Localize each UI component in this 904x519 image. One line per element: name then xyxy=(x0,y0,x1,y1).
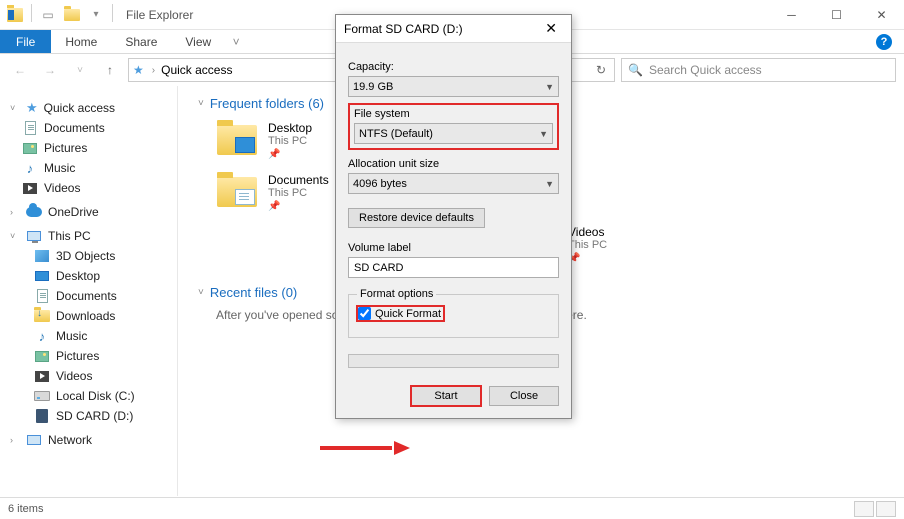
quick-format-row[interactable]: Quick Format xyxy=(357,306,444,321)
format-options-legend: Format options xyxy=(357,288,436,300)
allocation-label: Allocation unit size xyxy=(348,158,559,170)
allocation-select[interactable]: 4096 bytes▼ xyxy=(348,173,559,194)
window-title: File Explorer xyxy=(120,8,193,22)
ribbon-expand-icon[interactable]: ˅ xyxy=(225,30,247,53)
volume-label-input[interactable] xyxy=(348,257,559,278)
refresh-button[interactable]: ↻ xyxy=(592,63,610,77)
maximize-button[interactable]: ☐ xyxy=(814,0,859,30)
nav-downloads[interactable]: Downloads xyxy=(0,306,177,326)
nav-onedrive[interactable]: ›OneDrive xyxy=(0,202,177,222)
ribbon-tab-share[interactable]: Share xyxy=(111,30,171,53)
nav-quick-videos[interactable]: Videos xyxy=(0,178,177,198)
capacity-select[interactable]: 19.9 GB▼ xyxy=(348,76,559,97)
quick-format-label: Quick Format xyxy=(375,308,441,320)
nav-up-button[interactable]: ↑ xyxy=(98,58,122,82)
format-options-group: Format options Quick Format xyxy=(348,288,559,338)
nav-network[interactable]: ›Network xyxy=(0,430,177,450)
help-button[interactable]: ? xyxy=(872,30,896,54)
nav-quick-music[interactable]: ♪Music xyxy=(0,158,177,178)
ribbon-file-tab[interactable]: File xyxy=(0,30,51,53)
dialog-title-bar[interactable]: Format SD CARD (D:) ✕ xyxy=(336,15,571,43)
qat-newfolder-icon[interactable] xyxy=(61,4,83,26)
nav-recent-dropdown[interactable]: ˅ xyxy=(68,58,92,82)
chevron-down-icon: ▼ xyxy=(539,129,548,139)
nav-3d-objects[interactable]: 3D Objects xyxy=(0,246,177,266)
nav-pictures[interactable]: Pictures xyxy=(0,346,177,366)
close-button[interactable]: ✕ xyxy=(859,0,904,30)
search-placeholder: Search Quick access xyxy=(649,63,762,77)
capacity-label: Capacity: xyxy=(348,61,559,73)
minimize-button[interactable]: ─ xyxy=(769,0,814,30)
nav-back-button[interactable]: ← xyxy=(8,58,32,82)
chevron-right-icon: › xyxy=(152,65,155,76)
navigation-pane: ˅★Quick access Documents Pictures ♪Music… xyxy=(0,86,178,496)
restore-defaults-button[interactable]: Restore device defaults xyxy=(348,208,485,228)
pin-icon: 📌 xyxy=(268,201,329,212)
view-large-icons-button[interactable] xyxy=(876,501,896,517)
qat-properties-icon[interactable]: ▭ xyxy=(37,4,59,26)
volume-label-label: Volume label xyxy=(348,242,559,254)
nav-sd-card-d[interactable]: SD CARD (D:) xyxy=(0,406,177,426)
quick-access-icon: ★ xyxy=(133,63,144,77)
status-item-count: 6 items xyxy=(8,503,43,515)
nav-music[interactable]: ♪Music xyxy=(0,326,177,346)
nav-documents[interactable]: Documents xyxy=(0,286,177,306)
format-progress-bar xyxy=(348,354,559,368)
chevron-down-icon: ▼ xyxy=(545,82,554,92)
nav-forward-button[interactable]: → xyxy=(38,58,62,82)
chevron-down-icon: ˅ xyxy=(198,98,204,109)
ribbon-tab-view[interactable]: View xyxy=(171,30,225,53)
file-system-label: File system xyxy=(354,108,553,120)
chevron-down-icon: ▼ xyxy=(545,179,554,189)
status-bar: 6 items xyxy=(0,497,904,519)
qat-dropdown-icon[interactable]: ▾ xyxy=(85,4,107,26)
nav-videos[interactable]: Videos xyxy=(0,366,177,386)
view-details-button[interactable] xyxy=(854,501,874,517)
dialog-close-button[interactable]: ✕ xyxy=(539,18,563,39)
chevron-down-icon: ˅ xyxy=(198,287,204,298)
dialog-title: Format SD CARD (D:) xyxy=(344,22,463,36)
pin-icon: 📌 xyxy=(568,253,607,264)
file-system-select[interactable]: NTFS (Default)▼ xyxy=(354,123,553,144)
nav-quick-pictures[interactable]: Pictures xyxy=(0,138,177,158)
nav-quick-access[interactable]: ˅★Quick access xyxy=(0,98,177,118)
nav-quick-documents[interactable]: Documents xyxy=(0,118,177,138)
nav-local-disk-c[interactable]: Local Disk (C:) xyxy=(0,386,177,406)
start-button[interactable]: Start xyxy=(411,386,481,406)
search-input[interactable]: 🔍 Search Quick access xyxy=(621,58,896,82)
quick-format-checkbox[interactable] xyxy=(358,307,371,320)
nav-this-pc[interactable]: ˅This PC xyxy=(0,226,177,246)
format-dialog: Format SD CARD (D:) ✕ Capacity: 19.9 GB▼… xyxy=(335,14,572,419)
close-button[interactable]: Close xyxy=(489,386,559,406)
address-text: Quick access xyxy=(161,63,232,77)
pin-icon: 📌 xyxy=(268,149,312,160)
nav-desktop[interactable]: Desktop xyxy=(0,266,177,286)
search-icon: 🔍 xyxy=(628,63,643,77)
explorer-icon xyxy=(4,4,26,26)
ribbon-tab-home[interactable]: Home xyxy=(51,30,111,53)
